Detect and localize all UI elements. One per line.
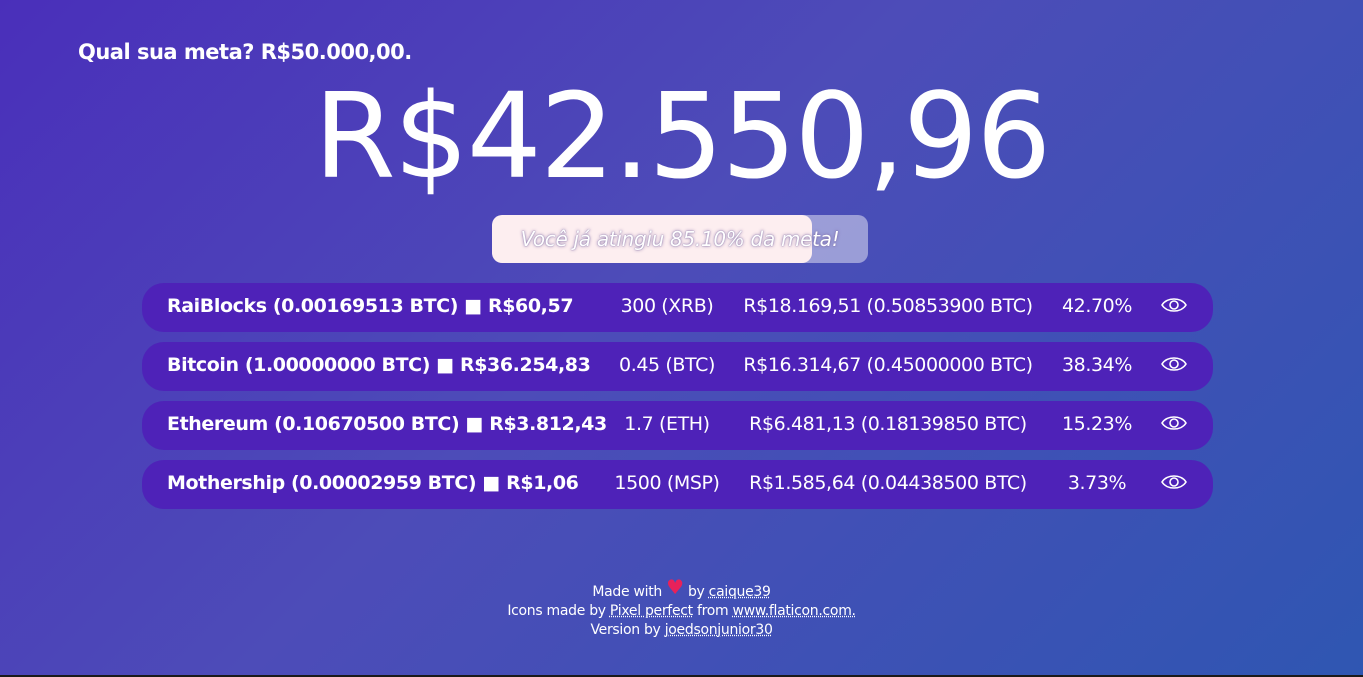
coin-value: R$6.481,13 (0.18139850 BTC) (749, 413, 1027, 435)
coin-name: RaiBlocks (0.00169513 BTC) ■ R$60,57 (167, 295, 574, 317)
coin-quantity: 1500 (MSP) (614, 472, 720, 494)
eye-icon[interactable] (1160, 295, 1190, 317)
heart-icon: ♥ (666, 575, 684, 599)
icons-made-by-text: Icons made by (507, 603, 606, 619)
progress-text: Você já atingiu 85.10% da meta! (520, 227, 840, 251)
footer-made-with: Made with ♥ by caique39 (0, 577, 1363, 602)
coin-percent: 42.70% (1061, 295, 1133, 317)
progress-bar: Você já atingiu 85.10% da meta! (492, 215, 868, 263)
coin-name: Ethereum (0.10670500 BTC) ■ R$3.812,43 (167, 413, 607, 435)
total-value: R$42.550,96 (313, 67, 1052, 205)
eye-icon[interactable] (1160, 354, 1190, 376)
coin-row-mothership: Mothership (0.00002959 BTC) ■ R$1,06 150… (142, 460, 1213, 509)
footer: Made with ♥ by caique39 Icons made by Pi… (0, 577, 1363, 640)
coin-value: R$18.169,51 (0.50853900 BTC) (743, 295, 1033, 317)
made-with-text: Made with (592, 584, 662, 600)
coin-quantity: 1.7 (ETH) (624, 413, 710, 435)
goal-text: Qual sua meta? R$50.000,00. (78, 40, 412, 64)
coin-quantity: 0.45 (BTC) (619, 354, 715, 376)
coin-list: RaiBlocks (0.00169513 BTC) ■ R$60,57 300… (142, 283, 1213, 519)
eye-icon[interactable] (1160, 413, 1190, 435)
coin-row-bitcoin: Bitcoin (1.00000000 BTC) ■ R$36.254,83 0… (142, 342, 1213, 391)
flaticon-link[interactable]: www.flaticon.com. (733, 603, 856, 619)
coin-percent: 15.23% (1061, 413, 1133, 435)
coin-quantity: 300 (XRB) (620, 295, 714, 317)
coin-value: R$16.314,67 (0.45000000 BTC) (743, 354, 1033, 376)
footer-version: Version by joedsonjunior30 (0, 621, 1363, 640)
coin-name: Bitcoin (1.00000000 BTC) ■ R$36.254,83 (167, 354, 591, 376)
author-link[interactable]: caique39 (709, 584, 771, 600)
version-by-text: Version by (590, 622, 661, 638)
version-author-link[interactable]: joedsonjunior30 (665, 622, 773, 638)
coin-percent: 38.34% (1061, 354, 1133, 376)
icon-author-link[interactable]: Pixel perfect (610, 603, 693, 619)
footer-icons-credit: Icons made by Pixel perfect from www.fla… (0, 602, 1363, 621)
coin-row-raiblocks: RaiBlocks (0.00169513 BTC) ■ R$60,57 300… (142, 283, 1213, 332)
coin-percent: 3.73% (1067, 472, 1127, 494)
by-text: by (687, 584, 705, 600)
eye-icon[interactable] (1160, 472, 1190, 494)
from-text: from (697, 603, 729, 619)
coin-value: R$1.585,64 (0.04438500 BTC) (749, 472, 1027, 494)
coin-name: Mothership (0.00002959 BTC) ■ R$1,06 (167, 472, 579, 494)
coin-row-ethereum: Ethereum (0.10670500 BTC) ■ R$3.812,43 1… (142, 401, 1213, 450)
